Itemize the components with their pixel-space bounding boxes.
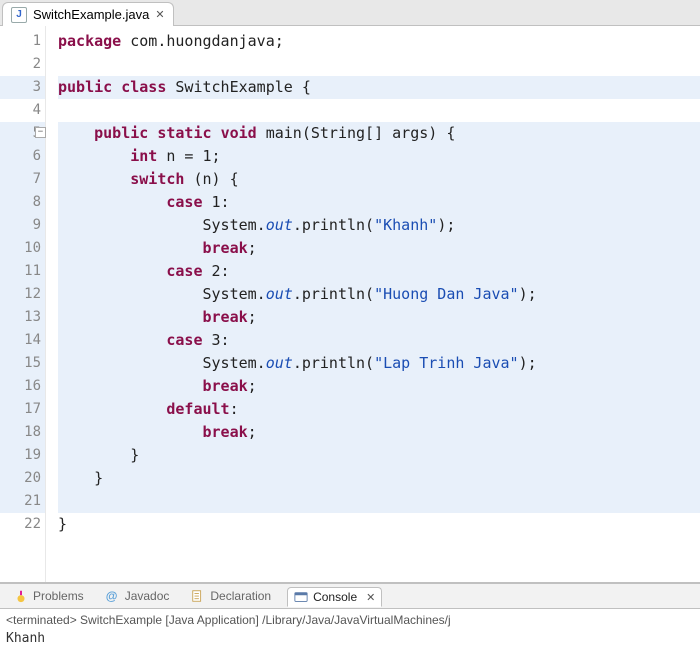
line-number: 10	[0, 237, 45, 260]
line-number: 5−	[0, 122, 45, 145]
tab-javadoc[interactable]: @ Javadoc	[100, 587, 176, 605]
line-number: 6	[0, 145, 45, 168]
console-status-terminated: <terminated>	[6, 613, 77, 627]
line-number: 17	[0, 398, 45, 421]
line-number: 13	[0, 306, 45, 329]
tab-label: Console	[313, 590, 357, 604]
line-number: 8	[0, 191, 45, 214]
console-panel: <terminated> SwitchExample [Java Applica…	[0, 609, 700, 650]
console-icon	[294, 590, 308, 604]
line-number: 22	[0, 513, 45, 536]
line-number: 14	[0, 329, 45, 352]
editor-area: 12345−678910111213141516171819202122 pac…	[0, 26, 700, 583]
code-line[interactable]: package com.huongdanjava;	[58, 30, 700, 53]
code-line[interactable]: public class SwitchExample {	[58, 76, 700, 99]
console-output: Khanh	[6, 631, 694, 646]
code-line[interactable]: case 1:	[58, 191, 700, 214]
line-number: 1	[0, 30, 45, 53]
code-line[interactable]	[58, 53, 700, 76]
close-icon[interactable]: ✕	[366, 591, 375, 604]
code-line[interactable]: System.out.println("Khanh");	[58, 214, 700, 237]
code-line[interactable]: }	[58, 444, 700, 467]
code-line[interactable]: default:	[58, 398, 700, 421]
code-line[interactable]: System.out.println("Huong Dan Java");	[58, 283, 700, 306]
tab-label: Declaration	[210, 589, 271, 603]
console-status: <terminated> SwitchExample [Java Applica…	[6, 613, 694, 627]
line-number: 18	[0, 421, 45, 444]
bottom-tab-bar: Problems @ Javadoc Declaration Console ✕	[0, 583, 700, 609]
line-number: 3	[0, 76, 45, 99]
tab-label: Javadoc	[125, 589, 170, 603]
tab-problems[interactable]: Problems	[8, 587, 90, 605]
code-line[interactable]: break;	[58, 421, 700, 444]
code-line[interactable]: System.out.println("Lap Trinh Java");	[58, 352, 700, 375]
line-number: 12	[0, 283, 45, 306]
line-number: 19	[0, 444, 45, 467]
fold-toggle-icon[interactable]: −	[35, 127, 46, 138]
code-line[interactable]	[58, 99, 700, 122]
code-line[interactable]	[58, 490, 700, 513]
line-number: 4	[0, 99, 45, 122]
code-line[interactable]: break;	[58, 306, 700, 329]
line-number: 7	[0, 168, 45, 191]
tab-console[interactable]: Console ✕	[287, 587, 382, 607]
line-number-gutter: 12345−678910111213141516171819202122	[0, 26, 46, 582]
code-line[interactable]: case 3:	[58, 329, 700, 352]
code-content[interactable]: package com.huongdanjava; public class Sw…	[46, 26, 700, 582]
line-number: 15	[0, 352, 45, 375]
line-number: 16	[0, 375, 45, 398]
code-line[interactable]: }	[58, 513, 700, 536]
tab-declaration[interactable]: Declaration	[185, 587, 277, 605]
code-line[interactable]: break;	[58, 375, 700, 398]
problems-icon	[14, 589, 28, 603]
code-line[interactable]: case 2:	[58, 260, 700, 283]
line-number: 9	[0, 214, 45, 237]
code-line[interactable]: }	[58, 467, 700, 490]
close-icon[interactable]: ✕	[155, 8, 164, 21]
code-line[interactable]: int n = 1;	[58, 145, 700, 168]
line-number: 21	[0, 490, 45, 513]
console-status-text: SwitchExample [Java Application] /Librar…	[77, 613, 451, 627]
tab-label: Problems	[33, 589, 84, 603]
code-line[interactable]: switch (n) {	[58, 168, 700, 191]
java-file-icon: J	[11, 7, 27, 23]
editor-tab-filename: SwitchExample.java	[33, 7, 149, 22]
line-number: 11	[0, 260, 45, 283]
editor-tab[interactable]: J SwitchExample.java ✕	[2, 2, 174, 26]
line-number: 2	[0, 53, 45, 76]
javadoc-icon: @	[106, 589, 120, 603]
declaration-icon	[191, 589, 205, 603]
code-line[interactable]: break;	[58, 237, 700, 260]
editor-tab-bar: J SwitchExample.java ✕	[0, 0, 700, 26]
code-line[interactable]: public static void main(String[] args) {	[58, 122, 700, 145]
line-number: 20	[0, 467, 45, 490]
